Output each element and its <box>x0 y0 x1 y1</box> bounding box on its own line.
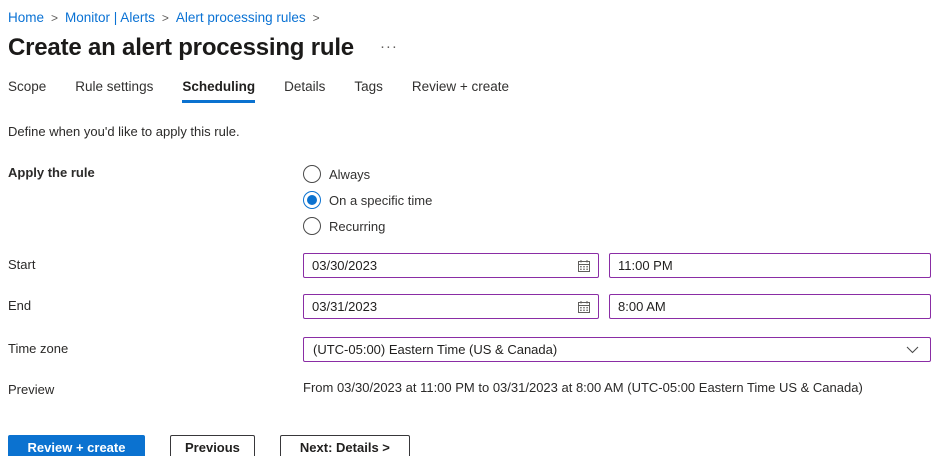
preview-value: From 03/30/2023 at 11:00 PM to 03/31/202… <box>303 378 863 395</box>
start-time-field <box>609 253 931 278</box>
tab-bar: Scope Rule settings Scheduling Details T… <box>8 79 935 103</box>
next-details-button[interactable]: Next: Details > <box>280 435 410 456</box>
radio-option-label: Recurring <box>329 219 385 234</box>
time-zone-row: Time zone (UTC-05:00) Eastern Time (US &… <box>8 337 935 362</box>
title-row: Create an alert processing rule ··· <box>8 34 935 62</box>
preview-label: Preview <box>8 378 303 397</box>
radio-option-always[interactable]: Always <box>303 161 432 187</box>
breadcrumb-link-home[interactable]: Home <box>8 10 44 25</box>
footer-actions: Review + create Previous Next: Details > <box>8 435 935 456</box>
end-time-input[interactable] <box>610 299 930 314</box>
create-alert-processing-rule-page: Home > Monitor | Alerts > Alert processi… <box>0 0 943 456</box>
end-row: End <box>8 294 935 319</box>
end-time-field <box>609 294 931 319</box>
radio-selected-icon <box>303 191 321 209</box>
time-zone-label: Time zone <box>8 337 303 356</box>
radio-option-label: Always <box>329 167 370 182</box>
start-label: Start <box>8 253 303 272</box>
chevron-right-icon: > <box>51 11 58 25</box>
breadcrumb-link-alert-processing-rules[interactable]: Alert processing rules <box>176 10 306 25</box>
apply-rule-row: Apply the rule Always On a specific time… <box>8 161 935 239</box>
tab-tags[interactable]: Tags <box>354 79 383 103</box>
end-date-field <box>303 294 599 319</box>
radio-option-recurring[interactable]: Recurring <box>303 213 432 239</box>
radio-option-on-specific-time[interactable]: On a specific time <box>303 187 432 213</box>
start-date-field <box>303 253 599 278</box>
calendar-icon[interactable] <box>577 259 598 273</box>
chevron-down-icon <box>906 346 919 354</box>
radio-unselected-icon <box>303 165 321 183</box>
apply-rule-label: Apply the rule <box>8 161 303 180</box>
tab-scheduling[interactable]: Scheduling <box>182 79 255 103</box>
review-create-button[interactable]: Review + create <box>8 435 145 456</box>
tab-review-create[interactable]: Review + create <box>412 79 509 103</box>
radio-unselected-icon <box>303 217 321 235</box>
end-date-input[interactable] <box>304 299 577 314</box>
ellipsis-icon[interactable]: ··· <box>380 38 398 55</box>
breadcrumb: Home > Monitor | Alerts > Alert processi… <box>8 10 935 25</box>
tab-scope[interactable]: Scope <box>8 79 46 103</box>
time-zone-select[interactable]: (UTC-05:00) Eastern Time (US & Canada) <box>303 337 931 362</box>
calendar-icon[interactable] <box>577 300 598 314</box>
breadcrumb-link-monitor-alerts[interactable]: Monitor | Alerts <box>65 10 155 25</box>
tab-details[interactable]: Details <box>284 79 325 103</box>
preview-row: Preview From 03/30/2023 at 11:00 PM to 0… <box>8 378 935 397</box>
start-time-input[interactable] <box>610 258 930 273</box>
end-label: End <box>8 294 303 313</box>
chevron-right-icon: > <box>162 11 169 25</box>
start-row: Start <box>8 253 935 278</box>
start-date-input[interactable] <box>304 258 577 273</box>
time-zone-selected-value: (UTC-05:00) Eastern Time (US & Canada) <box>313 342 557 357</box>
apply-rule-radio-group: Always On a specific time Recurring <box>303 161 432 239</box>
previous-button[interactable]: Previous <box>170 435 255 456</box>
scheduling-description: Define when you'd like to apply this rul… <box>8 124 935 139</box>
page-title: Create an alert processing rule <box>8 34 354 62</box>
radio-option-label: On a specific time <box>329 193 432 208</box>
tab-rule-settings[interactable]: Rule settings <box>75 79 153 103</box>
chevron-right-icon: > <box>313 11 320 25</box>
